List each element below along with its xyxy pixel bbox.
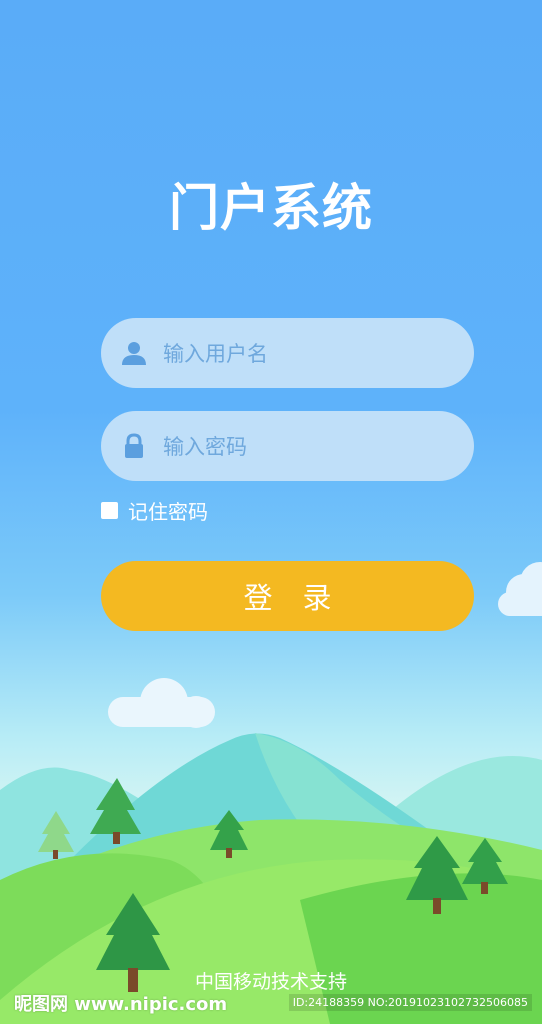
- landscape-background: [0, 562, 542, 1024]
- cloud-left: [108, 678, 215, 728]
- username-input[interactable]: [161, 318, 455, 390]
- page-title: 门户系统: [169, 179, 373, 237]
- remember-label: 记住密码: [128, 499, 208, 524]
- cloud-right: [498, 562, 542, 616]
- password-field[interactable]: [101, 411, 474, 483]
- lock-icon: [121, 433, 147, 459]
- watermark-site: 昵图网 www.nipic.com: [14, 994, 228, 1015]
- watermark-id: ID:24188359 NO:20191023102732506085: [288, 994, 532, 1011]
- user-icon: [121, 340, 147, 366]
- login-button[interactable]: 登录: [101, 561, 474, 631]
- password-input[interactable]: [161, 411, 455, 483]
- remember-password[interactable]: 记住密码: [101, 497, 208, 524]
- username-field[interactable]: [101, 318, 474, 390]
- remember-checkbox[interactable]: [101, 501, 118, 519]
